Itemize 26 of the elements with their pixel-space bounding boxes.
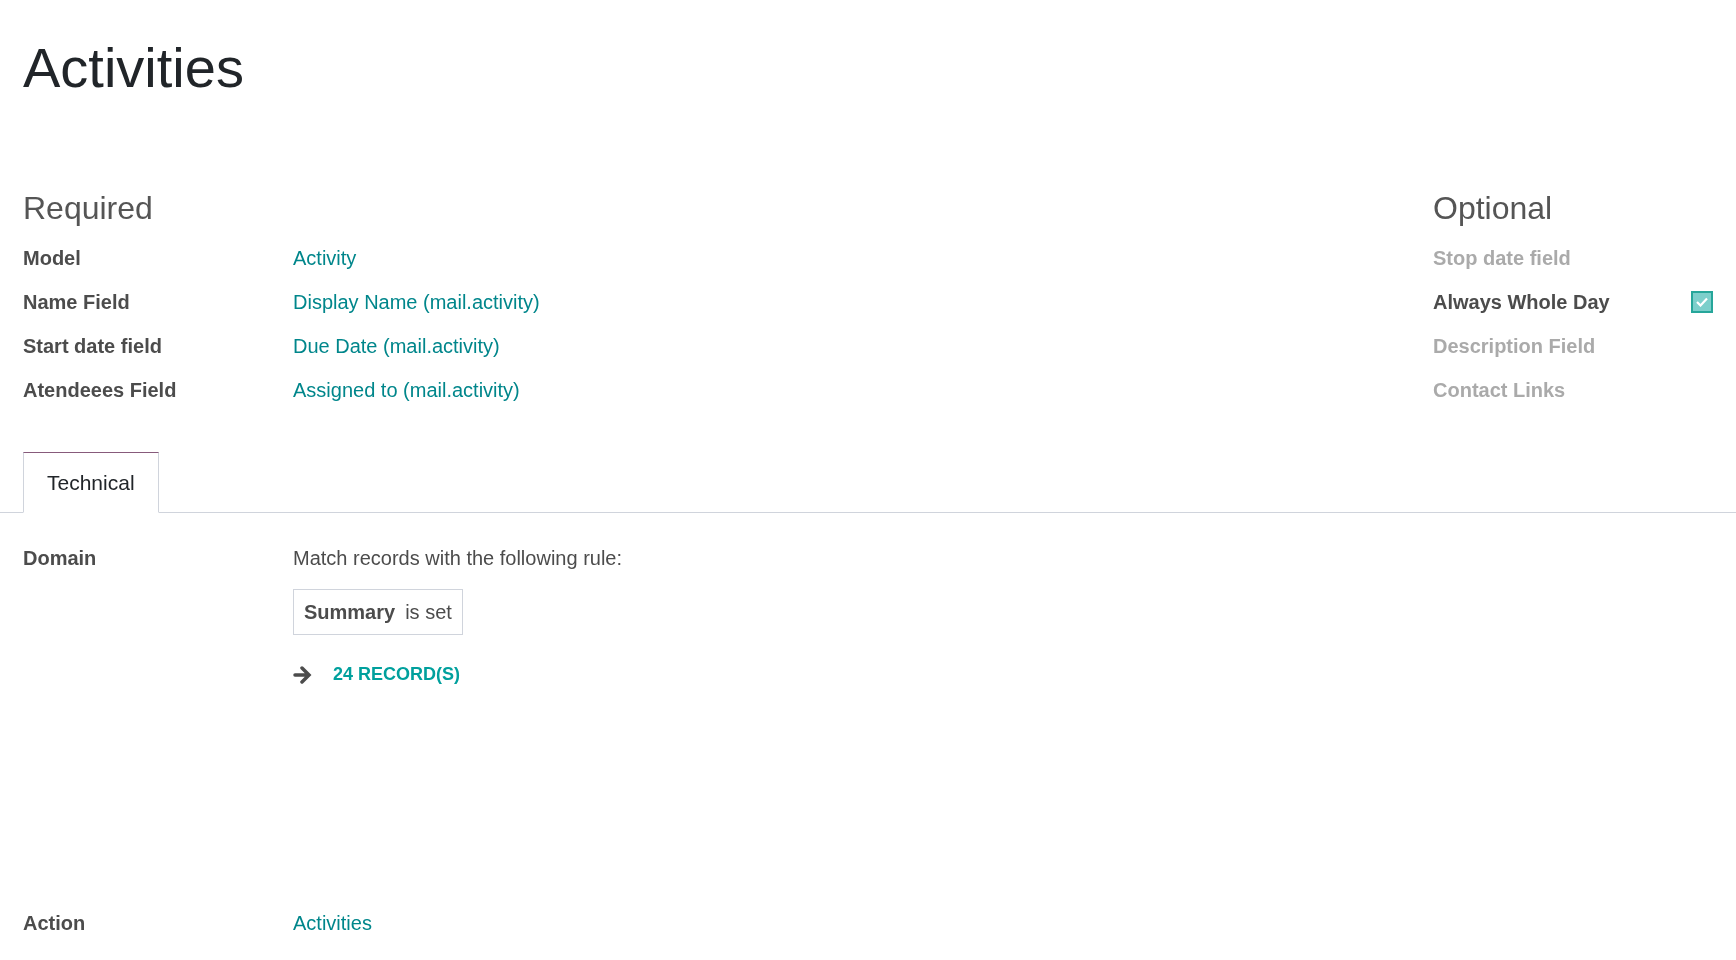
records-link[interactable]: 24 RECORD(S) bbox=[333, 661, 461, 688]
field-label: Domain bbox=[23, 546, 98, 571]
section-heading: Required bbox=[23, 189, 153, 228]
field-value-link[interactable]: Activity bbox=[293, 243, 357, 273]
rule-operator: is set bbox=[405, 600, 452, 625]
rule-field: Summary bbox=[304, 597, 396, 627]
section-heading: Optional bbox=[1433, 189, 1553, 228]
field-value-link[interactable]: Due Date (mail.activity) bbox=[293, 331, 500, 361]
field-label: Atendeees Field bbox=[23, 378, 178, 403]
domain-description: Match records with the following rule: bbox=[293, 546, 623, 571]
page-title: Activities bbox=[23, 35, 244, 101]
field-label: Action bbox=[23, 911, 87, 936]
field-label: Always Whole Day bbox=[1433, 290, 1610, 315]
check-icon bbox=[1696, 297, 1708, 307]
field-label: Stop date field bbox=[1433, 246, 1571, 271]
field-value-link[interactable]: Activities bbox=[293, 908, 372, 938]
field-label: Start date field bbox=[23, 334, 163, 359]
field-label: Name Field bbox=[23, 290, 131, 315]
checkbox[interactable] bbox=[1691, 291, 1713, 313]
field-label: Model bbox=[23, 246, 82, 271]
tab[interactable]: Technical bbox=[23, 452, 159, 513]
field-value-link[interactable]: Display Name (mail.activity) bbox=[293, 287, 540, 317]
arrow-right-icon bbox=[293, 665, 313, 684]
field-label: Contact Links bbox=[1433, 378, 1566, 403]
field-label: Description Field bbox=[1433, 334, 1596, 359]
field-value-link[interactable]: Assigned to (mail.activity) bbox=[293, 375, 520, 405]
